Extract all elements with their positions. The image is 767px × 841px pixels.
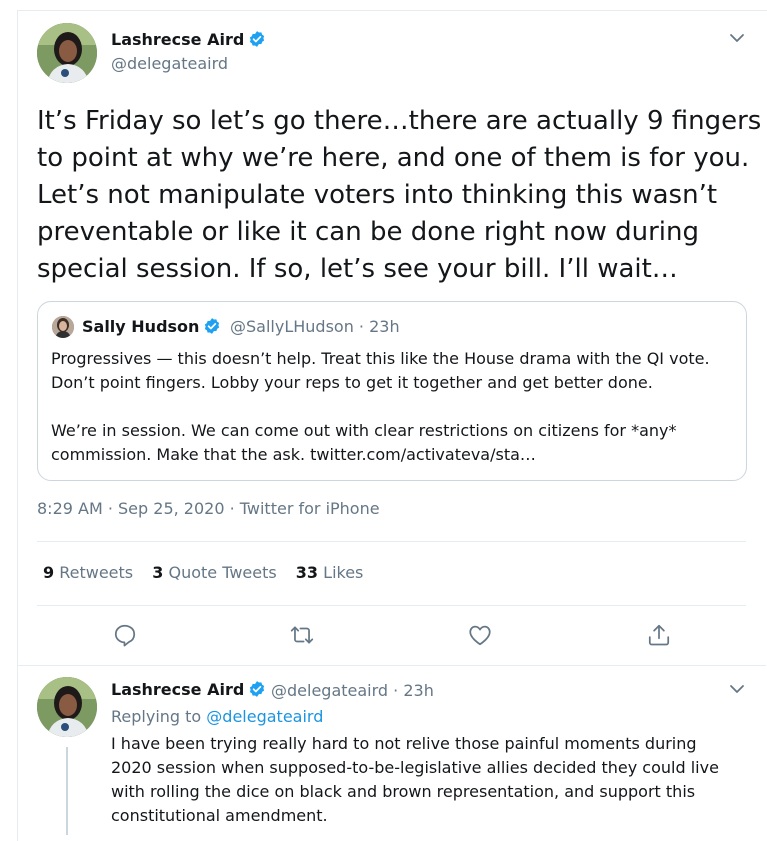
verified-badge-icon <box>248 680 266 702</box>
engagement-stats: 9 Retweets 3 Quote Tweets 33 Likes <box>43 563 377 582</box>
quoted-text-line: Don’t point fingers. Lobby your reps to … <box>51 373 653 392</box>
quote-tweets-stat[interactable]: 3 Quote Tweets <box>152 563 276 582</box>
reply-author-name[interactable]: Lashrecse Aird <box>111 680 266 702</box>
likes-stat[interactable]: 33 Likes <box>296 563 364 582</box>
like-icon[interactable] <box>467 622 493 648</box>
quoted-author-avatar[interactable] <box>52 316 74 338</box>
thread-connector-line <box>66 747 68 835</box>
divider <box>37 605 746 606</box>
tweet-text-line: preventable or like it can be done right… <box>37 217 700 247</box>
quoted-text-line <box>51 395 741 419</box>
replying-to-handle-link[interactable]: @delegateaird <box>206 707 323 726</box>
quoted-text-line: Progressives — this doesn’t help. Treat … <box>51 349 710 368</box>
reply-text-line: I have been trying really hard to not re… <box>111 734 697 753</box>
retweet-icon[interactable] <box>289 622 315 648</box>
author-name[interactable]: Lashrecse Aird <box>111 30 266 52</box>
chevron-down-icon[interactable] <box>727 28 747 48</box>
verified-badge-icon <box>203 317 221 339</box>
tweet-text-line: special session. If so, let’s see your b… <box>37 254 678 284</box>
retweets-stat[interactable]: 9 Retweets <box>43 563 133 582</box>
reply-text-line: 2020 session when supposed-to-be-legisla… <box>111 758 719 777</box>
tweet-text-line: Let’s not manipulate voters into thinkin… <box>37 180 718 210</box>
chevron-down-icon[interactable] <box>727 679 747 699</box>
author-avatar[interactable] <box>37 23 97 83</box>
author-handle[interactable]: @delegateaird <box>111 54 228 73</box>
tweet-timestamp[interactable]: 8:29 AM · Sep 25, 2020 · Twitter for iPh… <box>37 499 380 518</box>
verified-badge-icon <box>248 30 266 52</box>
divider <box>37 541 746 542</box>
replying-to-label: Replying to <box>111 707 202 726</box>
divider <box>18 665 766 666</box>
replying-to: Replying to @delegateaird <box>111 707 323 726</box>
reply-text-line: constitutional amendment. <box>111 806 328 825</box>
quoted-text-line: We’re in session. We can come out with c… <box>51 421 677 440</box>
reply-tweet-text: I have been trying really hard to not re… <box>111 732 751 828</box>
tweet-text-line: It’s Friday so let’s go there…there are … <box>37 106 762 136</box>
quoted-author-name: Sally Hudson <box>82 317 221 339</box>
quoted-text-line: commission. Make that the ask. twitter.c… <box>51 445 536 464</box>
share-icon[interactable] <box>646 622 672 648</box>
quoted-author-meta: @SallyLHudson · 23h <box>230 317 400 336</box>
tweet-text-line: to point at why we’re here, and one of t… <box>37 143 750 173</box>
reply-author-avatar[interactable] <box>37 677 97 737</box>
reply-text-line: with rolling the dice on black and brown… <box>111 782 696 801</box>
tweet-text: It’s Friday so let’s go there…there are … <box>37 103 762 288</box>
quoted-tweet-text: Progressives — this doesn’t help. Treat … <box>51 347 741 467</box>
reply-icon[interactable] <box>112 622 138 648</box>
quoted-tweet-card[interactable]: Sally Hudson @SallyLHudson · 23h Progres… <box>37 301 747 481</box>
reply-author-meta[interactable]: @delegateaird · 23h <box>271 681 434 700</box>
